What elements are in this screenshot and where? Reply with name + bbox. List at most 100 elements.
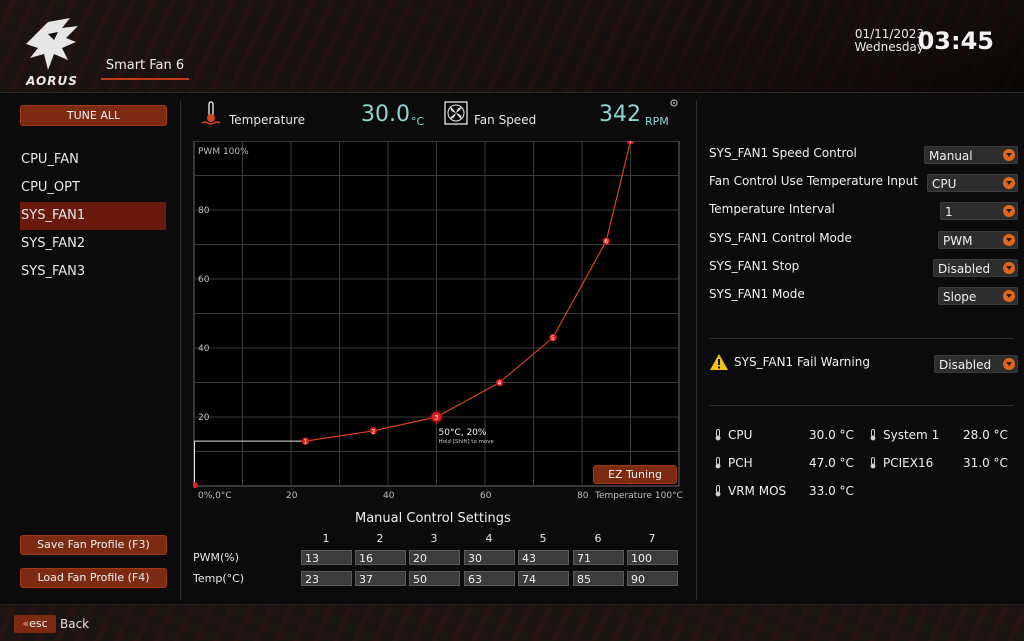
temp-input-label: Fan Control Use Temperature Input <box>709 174 918 188</box>
thermometer-icon <box>201 101 221 125</box>
temp-input-1[interactable]: 23 <box>301 571 352 586</box>
temp-sensor-value: 33.0 °C <box>809 484 854 498</box>
point-tooltip-hint: Hold [Shift] to move <box>439 439 495 445</box>
dropdown-arrow-icon <box>1003 177 1015 189</box>
pwm-input-5[interactable]: 43 <box>518 550 569 565</box>
temp-sensor-label: VRM MOS <box>728 484 787 498</box>
y-tick-label: 60 <box>198 275 210 285</box>
temp-input-4[interactable]: 63 <box>464 571 515 586</box>
speed-control-value: Manual <box>929 149 973 163</box>
fan-speed-unit: RPM <box>645 115 669 128</box>
temp-input-6[interactable]: 85 <box>573 571 624 586</box>
right-divider <box>696 100 697 600</box>
temp-interval-select[interactable]: 1 <box>940 202 1018 220</box>
tune-all-button[interactable]: TUNE ALL <box>20 105 167 126</box>
temp-sensor-value: 30.0 °C <box>809 428 854 442</box>
control-mode-value: PWM <box>943 234 973 248</box>
temp-input-select[interactable]: CPU <box>927 174 1018 192</box>
fail-warning-label: SYS_FAN1 Fail Warning <box>734 355 870 369</box>
temperature-unit: °C <box>411 115 425 128</box>
tab-smart-fan-6[interactable]: Smart Fan 6 <box>101 58 189 80</box>
fan-mode-select[interactable]: Slope <box>938 287 1018 305</box>
y-axis-top-label: PWM 100% <box>198 147 249 157</box>
dropdown-arrow-icon <box>1003 262 1015 274</box>
fan-speed-value: 342 <box>599 102 641 127</box>
fan-item-cpu-fan[interactable]: CPU_FAN <box>20 146 166 174</box>
pwm-row-label: PWM(%) <box>193 551 240 564</box>
temp-input-7[interactable]: 90 <box>627 571 678 586</box>
fan-item-sys-fan3[interactable]: SYS_FAN3 <box>20 258 166 286</box>
temp-sensor-value: 47.0 °C <box>809 456 854 470</box>
column-header: 1 <box>322 532 330 545</box>
point-tooltip: 50°C, 20% <box>439 428 487 438</box>
temp-interval-label: Temperature Interval <box>709 202 835 216</box>
dropdown-arrow-icon <box>1003 205 1015 217</box>
fan-list: CPU_FAN CPU_OPT SYS_FAN1 SYS_FAN2 SYS_FA… <box>20 146 166 286</box>
fan-stop-label: SYS_FAN1 Stop <box>709 259 800 273</box>
footer-banner <box>0 604 1024 641</box>
curve-point-label: 7 <box>629 141 633 146</box>
temp-input-5[interactable]: 74 <box>518 571 569 586</box>
column-header: 4 <box>485 532 493 545</box>
temp-input-3[interactable]: 50 <box>409 571 460 586</box>
esc-key-button[interactable]: «esc <box>14 615 56 633</box>
pwm-input-6[interactable]: 71 <box>573 550 624 565</box>
fail-warning-select[interactable]: Disabled <box>934 355 1018 373</box>
temp-sensor-value: 31.0 °C <box>963 456 1008 470</box>
thermometer-icon <box>870 429 876 441</box>
temp-interval-value: 1 <box>945 205 953 219</box>
temperature-label: Temperature <box>229 113 306 127</box>
curve-point-label: 5 <box>551 335 555 342</box>
settings-gear-icon[interactable] <box>670 99 678 107</box>
curve-point-label: 3 <box>435 415 439 422</box>
fan-stop-value: Disabled <box>938 262 991 276</box>
fan-curve-chart[interactable]: PWM 100% 20 40 60 80 20 40 60 80 0%,0°C Temperatur… <box>193 141 683 501</box>
pwm-input-3[interactable]: 20 <box>409 550 460 565</box>
fan-icon <box>444 101 468 125</box>
fan-item-sys-fan2[interactable]: SYS_FAN2 <box>20 230 166 258</box>
dropdown-arrow-icon <box>1003 149 1015 161</box>
weekday-text: Wednesday <box>854 40 924 54</box>
settings-divider <box>709 338 1014 339</box>
temp-sensor-label: CPU <box>728 428 753 442</box>
pwm-input-1[interactable]: 13 <box>301 550 352 565</box>
control-mode-label: SYS_FAN1 Control Mode <box>709 231 852 245</box>
column-header: 5 <box>539 532 547 545</box>
temp-sensor-value: 28.0 °C <box>963 428 1008 442</box>
column-header: 2 <box>376 532 384 545</box>
pwm-input-2[interactable]: 16 <box>355 550 406 565</box>
pwm-input-7[interactable]: 100 <box>627 550 678 565</box>
control-mode-select[interactable]: PWM <box>938 231 1018 249</box>
left-divider <box>180 100 181 600</box>
origin-label: 0%,0°C <box>198 491 232 501</box>
fan-item-cpu-opt[interactable]: CPU_OPT <box>20 174 166 202</box>
fan-stop-select[interactable]: Disabled <box>933 259 1018 277</box>
temp-sensor-label: PCIEX16 <box>883 456 934 470</box>
esc-label: esc <box>29 617 48 630</box>
temp-input-value: CPU <box>932 177 957 191</box>
ez-tuning-button[interactable]: EZ Tuning <box>593 465 677 484</box>
temp-sensor-label: System 1 <box>883 428 940 442</box>
speed-control-select[interactable]: Manual <box>924 146 1018 164</box>
x-axis-end-label: Temperature 100°C <box>594 491 683 501</box>
save-fan-profile-button[interactable]: Save Fan Profile (F3) <box>20 535 167 555</box>
load-fan-profile-button[interactable]: Load Fan Profile (F4) <box>20 568 167 588</box>
fail-warning-value: Disabled <box>939 358 992 372</box>
curve-point-label: 2 <box>371 428 375 435</box>
dropdown-arrow-icon <box>1003 234 1015 246</box>
temp-sensor-label: PCH <box>728 456 753 470</box>
y-tick-label: 20 <box>198 413 210 423</box>
fan-speed-label: Fan Speed <box>474 113 537 127</box>
fan-item-sys-fan1[interactable]: SYS_FAN1 <box>20 202 166 230</box>
back-label: Back <box>60 617 90 631</box>
temperature-value: 30.0 <box>361 102 410 127</box>
clock-time: 03:45 <box>917 27 994 55</box>
temp-input-2[interactable]: 37 <box>355 571 406 586</box>
y-tick-label: 80 <box>198 206 210 216</box>
x-tick-label: 40 <box>383 491 395 501</box>
x-tick-label: 20 <box>286 491 298 501</box>
column-header: 3 <box>430 532 438 545</box>
speed-control-label: SYS_FAN1 Speed Control <box>709 146 857 160</box>
thermometer-icon <box>715 429 721 441</box>
pwm-input-4[interactable]: 30 <box>464 550 515 565</box>
